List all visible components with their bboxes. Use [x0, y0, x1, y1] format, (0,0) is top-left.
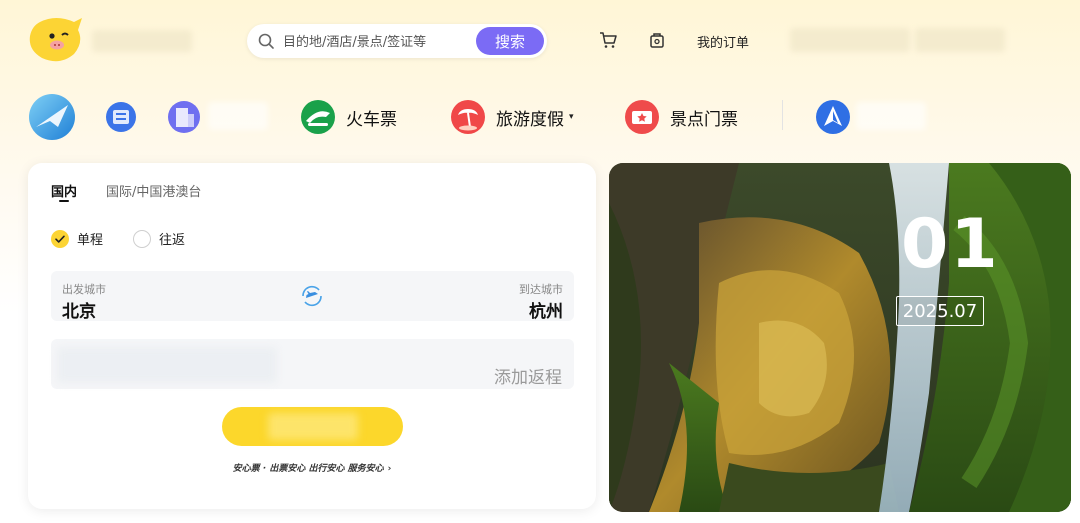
nav-item-building[interactable] — [166, 88, 202, 146]
search-bar: 搜索 — [247, 24, 547, 58]
nav-item-attractions[interactable]: 景点门票 — [624, 88, 738, 146]
building-icon — [168, 101, 200, 133]
brand-logo[interactable] — [26, 16, 84, 64]
chevron-right-icon: › — [387, 464, 392, 474]
city-selector: 出发城市 北京 到达城市 杭州 — [51, 271, 574, 322]
add-return-label: 添加返程 — [494, 368, 562, 388]
radio-round-trip[interactable]: 往返 — [133, 229, 185, 248]
vacation-icon — [451, 100, 485, 134]
search-input[interactable] — [281, 30, 475, 54]
blurred-region — [790, 28, 910, 52]
promo-banner[interactable]: 01 2025.07 — [609, 163, 1071, 512]
radio-label: 单程 — [77, 233, 104, 248]
cart-icon[interactable] — [598, 30, 618, 50]
blurred-region — [92, 30, 192, 52]
compass-icon — [816, 100, 850, 134]
nav-item-flights[interactable] — [28, 88, 76, 146]
chevron-down-icon: ▾ — [569, 112, 574, 122]
nav-item-label: 火车票 — [346, 109, 397, 130]
banner-day-number: 01 — [901, 205, 1000, 284]
flight-booking-card: 国内 国际/中国港澳台 单程 往返 出发城市 北京 到达城市 杭州 添加返程 安… — [28, 163, 596, 509]
nav-item-hotels[interactable] — [104, 88, 138, 146]
radio-label: 往返 — [159, 233, 186, 248]
return-date-field[interactable]: 添加返程 — [51, 339, 574, 389]
blurred-region — [856, 102, 926, 130]
plane-icon — [29, 94, 75, 140]
my-orders-link[interactable]: 我的订单 — [697, 32, 749, 51]
search-icon — [258, 33, 274, 49]
swap-cities-icon[interactable] — [297, 281, 327, 311]
nav-item-train[interactable]: 火车票 — [300, 88, 397, 146]
assurance-link[interactable]: 安心票 · 出票安心 出行安心 服务安心 › — [28, 461, 596, 474]
train-icon — [301, 100, 335, 134]
unchecked-icon — [133, 229, 151, 248]
hotel-icon — [106, 102, 136, 132]
arrival-caption: 到达城市 — [519, 283, 563, 296]
nav-item-vacation[interactable]: 旅游度假 ▾ — [450, 88, 574, 146]
search-button[interactable]: 搜索 — [476, 27, 544, 55]
top-bar: 搜索 我的订单 — [0, 0, 1080, 82]
blurred-region — [268, 413, 358, 440]
nav-item-label: 旅游度假 — [496, 109, 564, 130]
nav-divider — [782, 100, 783, 130]
departure-city[interactable]: 北京 — [62, 297, 96, 322]
blurred-region — [208, 102, 268, 130]
active-tab-indicator — [59, 200, 69, 202]
banner-month-badge: 2025.07 — [896, 296, 984, 326]
waterfall-image — [609, 163, 1071, 512]
arrival-city[interactable]: 杭州 — [529, 297, 563, 322]
nav-item-more[interactable] — [815, 88, 851, 146]
blurred-region — [57, 347, 277, 383]
checked-icon — [51, 229, 69, 248]
tab-international[interactable]: 国际/中国港澳台 — [106, 181, 201, 200]
departure-caption: 出发城市 — [62, 283, 106, 296]
bag-icon[interactable] — [647, 30, 667, 50]
blurred-region — [915, 28, 1005, 52]
radio-one-way[interactable]: 单程 — [51, 229, 103, 248]
tab-domestic[interactable]: 国内 — [51, 181, 77, 200]
search-flights-button[interactable] — [222, 407, 403, 446]
nav-item-label: 景点门票 — [670, 109, 738, 130]
category-nav: 火车票 旅游度假 ▾ 景点门票 — [0, 88, 1080, 146]
ticket-icon — [625, 100, 659, 134]
assurance-text: 安心票 · 出票安心 出行安心 服务安心 — [232, 464, 384, 474]
